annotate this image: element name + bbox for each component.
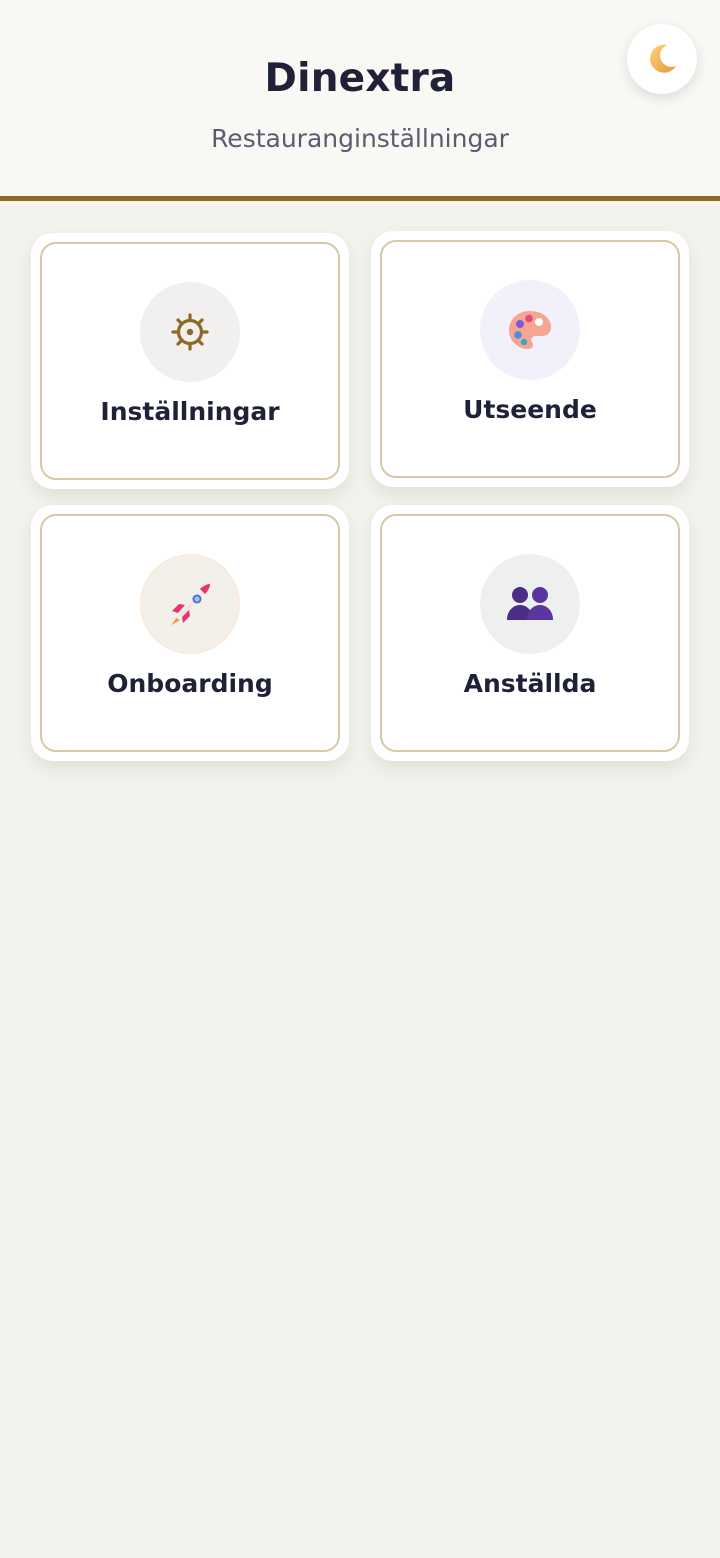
icon-circle [140,554,240,654]
people-icon [507,587,553,620]
icon-circle [140,282,240,382]
card-installningar[interactable]: Inställningar [31,233,349,489]
card-utseende[interactable]: Utseende [371,231,689,487]
icon-circle [480,554,580,654]
page-header: Dinextra Restauranginställningar [0,0,720,201]
card-label: Utseende [463,395,597,424]
card-onboarding[interactable]: Onboarding [31,505,349,761]
card-label: Onboarding [107,669,273,698]
card-label: Anställda [463,669,597,698]
page-subtitle: Restauranginställningar [211,124,509,153]
gear-icon [171,313,209,351]
card-anstallda[interactable]: Anställda [371,505,689,761]
icon-circle [480,280,580,380]
app-title: Dinextra [264,56,456,101]
rocket-icon [170,584,210,626]
palette-icon [509,311,551,349]
theme-toggle-button[interactable] [627,24,697,94]
card-label: Inställningar [100,397,280,426]
moon-icon [650,44,676,73]
